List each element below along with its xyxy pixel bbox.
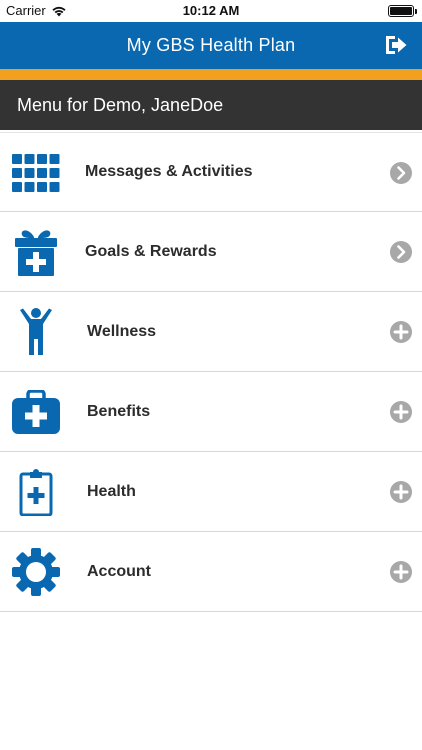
chevron-right-icon[interactable] [390,162,412,184]
menu-item-label: Benefits [87,402,151,420]
menu-item-label: Goals & Rewards [85,242,217,260]
app-title: My GBS Health Plan [126,35,296,55]
menu-banner: Menu for Demo, JaneDoe [0,80,422,130]
gear-icon [10,542,62,602]
battery-icon [388,5,417,17]
menu-item-wellness[interactable]: Wellness [0,292,422,372]
gift-icon [10,222,62,282]
plus-icon[interactable] [390,481,412,503]
menu-list: Messages & Activities Goals & Rewards We… [0,132,422,612]
status-time: 10:12 AM [182,3,240,18]
medical-bag-icon [10,382,62,442]
menu-item-label: Wellness [87,322,157,340]
person-icon [10,302,62,362]
grid-icon [10,143,62,203]
accent-bar [0,69,422,80]
logout-icon[interactable] [384,34,408,56]
status-bar: Carrier 10:12 AM [0,0,422,22]
clipboard-icon [10,462,62,522]
menu-item-label: Messages & Activities [85,163,253,180]
plus-icon[interactable] [390,561,412,583]
menu-item-health[interactable]: Health [0,452,422,532]
menu-item-label: Account [87,562,151,580]
app-header: My GBS Health Plan [0,22,422,69]
menu-item-goals-rewards[interactable]: Goals & Rewards [0,212,422,292]
menu-banner-text: Menu for Demo, JaneDoe [17,94,224,115]
chevron-right-icon[interactable] [390,241,412,263]
menu-item-benefits[interactable]: Benefits [0,372,422,452]
menu-item-account[interactable]: Account [0,532,422,612]
plus-icon[interactable] [390,401,412,423]
plus-icon[interactable] [390,321,412,343]
menu-item-messages-activities[interactable]: Messages & Activities [0,132,422,212]
menu-item-label: Health [87,482,136,500]
